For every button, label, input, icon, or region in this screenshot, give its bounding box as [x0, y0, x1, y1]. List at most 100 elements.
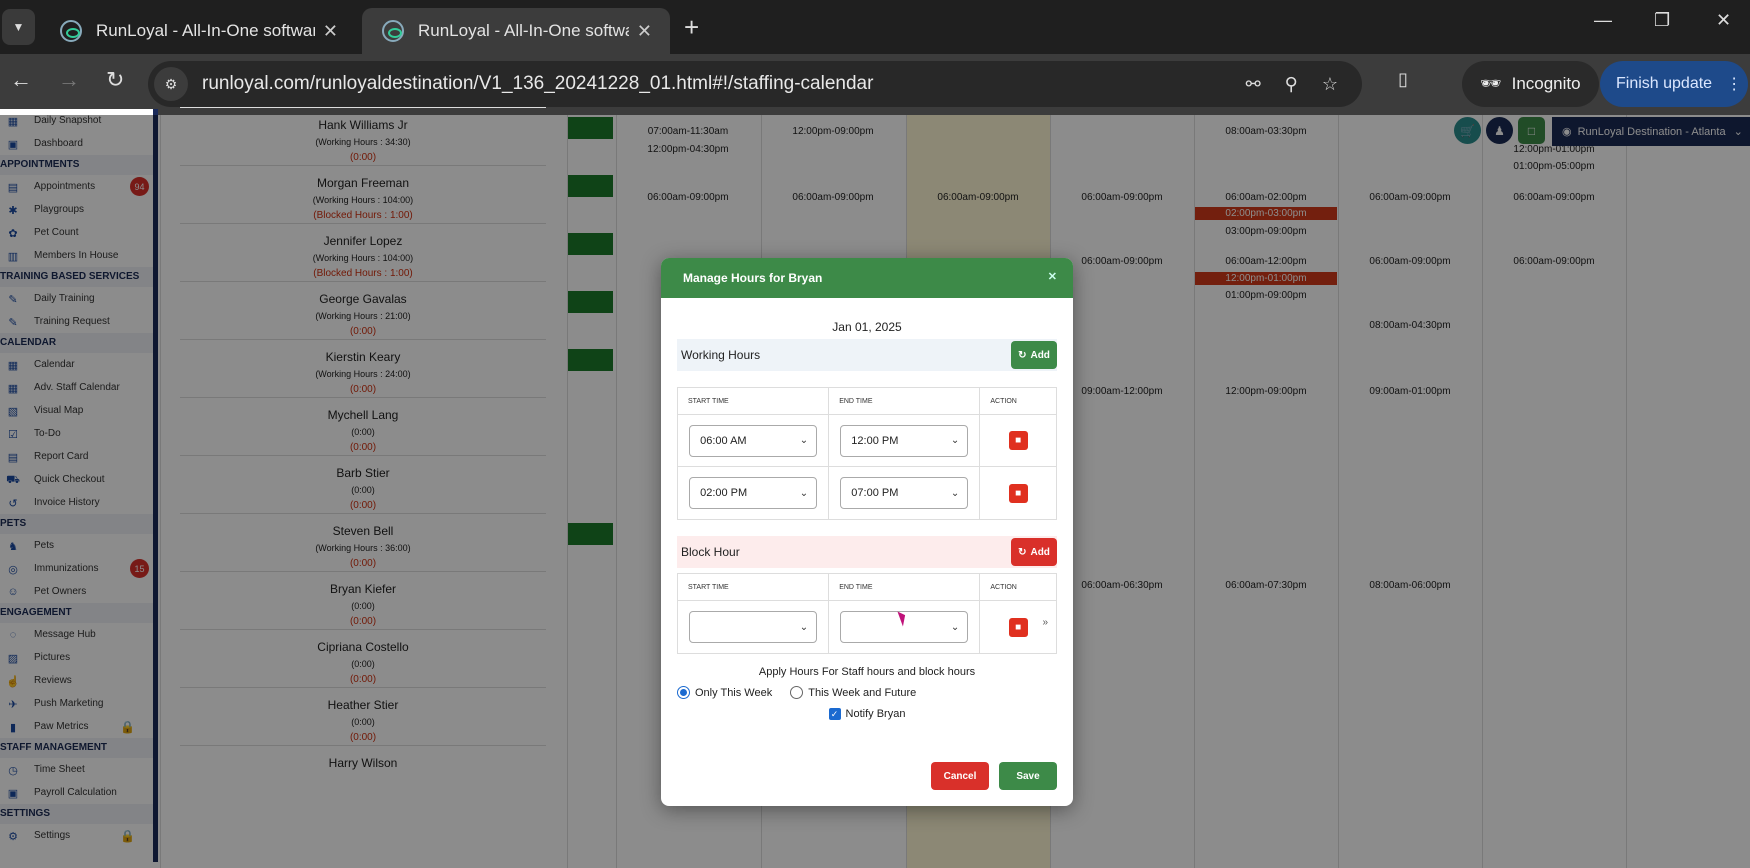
back-icon[interactable]: ←: [10, 67, 32, 93]
end-time-header: END TIME: [829, 574, 981, 600]
new-tab-icon[interactable]: +: [684, 12, 699, 43]
notify-label: Notify Bryan: [845, 708, 906, 720]
chevron-down-icon: ⌄: [950, 487, 960, 499]
delete-icon[interactable]: ■: [1008, 483, 1028, 503]
password-key-icon[interactable]: ⚯: [1246, 74, 1261, 95]
chevron-down-icon: ⌄: [950, 621, 960, 633]
manage-hours-modal: Manage Hours for Bryan ✕ Jan 01, 2025 Wo…: [661, 258, 1073, 806]
end-time-value: 12:00 PM: [851, 434, 899, 447]
site-info-icon[interactable]: ⚙: [154, 67, 188, 101]
modal-header: Manage Hours for Bryan ✕: [661, 258, 1073, 298]
only-this-week-option[interactable]: Only This Week: [677, 686, 772, 699]
runloyal-favicon-icon: [382, 20, 404, 42]
action-cell: ■: [980, 467, 1056, 519]
checkbox-checked[interactable]: ✓: [828, 708, 841, 720]
add-time-icon: ↻: [1018, 546, 1027, 558]
action-cell: ■»: [980, 601, 1056, 653]
notify-checkbox-row[interactable]: ✓ Notify Bryan: [661, 708, 1073, 720]
incognito-icon: 🕶: [1480, 74, 1502, 93]
chevron-down-icon: ▼: [12, 20, 25, 34]
table-header: START TIME END TIME ACTION: [678, 574, 1056, 601]
start-time-select[interactable]: 06:00 AM ⌄: [689, 424, 818, 457]
zoom-icon[interactable]: ⚲: [1285, 74, 1298, 95]
runloyal-favicon-icon: [60, 20, 82, 42]
start-time-value: 02:00 PM: [700, 487, 748, 499]
block-start-select[interactable]: ⌄: [689, 611, 818, 643]
this-week-future-label: This Week and Future: [808, 686, 917, 699]
cancel-button[interactable]: Cancel: [931, 762, 989, 790]
modal-title: Manage Hours for Bryan: [683, 271, 823, 285]
apply-options: Only This Week This Week and Future: [677, 686, 1073, 699]
chevron-down-icon: ⌄: [950, 435, 960, 446]
save-button[interactable]: Save: [999, 762, 1057, 790]
close-icon[interactable]: ✕: [1048, 270, 1057, 283]
close-window-icon[interactable]: ✕: [1716, 10, 1731, 31]
start-time-header: START TIME: [678, 388, 830, 414]
start-time-header: START TIME: [678, 574, 830, 600]
finish-update-label: Finish update: [1616, 75, 1713, 92]
working-hours-label: Working Hours: [681, 348, 761, 362]
radio-selected[interactable]: [677, 686, 690, 699]
reload-icon[interactable]: ↻: [106, 67, 124, 93]
tab-search-button[interactable]: ▼: [2, 9, 35, 45]
only-this-week-label: Only This Week: [695, 686, 773, 699]
tab-title: RunLoyal - All-In-One software: [418, 21, 629, 40]
more-menu-icon[interactable]: ⋮: [1726, 74, 1742, 94]
action-header: ACTION: [990, 583, 1017, 591]
end-cell: 07:00 PM ⌄: [829, 467, 981, 519]
incognito-indicator[interactable]: 🕶 Incognito: [1462, 61, 1599, 107]
block-hour-label: Block Hour: [681, 545, 740, 559]
block-hours-table: START TIME END TIME ACTION ⌄ ⌄ ■»: [677, 573, 1057, 654]
end-cell: ⌄: [829, 601, 981, 653]
close-tab-icon[interactable]: ✕: [323, 21, 338, 42]
restore-icon[interactable]: ❐: [1654, 10, 1670, 31]
address-bar[interactable]: ⚙ runloyal.com/runloyaldestination/V1_13…: [148, 61, 1362, 107]
start-time-select[interactable]: 02:00 PM ⌄: [689, 477, 818, 509]
add-label: Add: [1030, 349, 1050, 361]
finish-update-button[interactable]: Finish update ⋮: [1600, 61, 1748, 107]
tab-title: RunLoyal - All-In-One software: [96, 21, 315, 40]
start-time-value: 06:00 AM: [700, 434, 747, 447]
end-time-header: END TIME: [829, 388, 981, 414]
chevron-down-icon: ⌄: [799, 435, 809, 446]
radio-unselected[interactable]: [790, 686, 804, 699]
browser-toolbar: ← → ↻ ⚙ runloyal.com/runloyaldestination…: [0, 54, 1750, 115]
tab-bar: ▼ RunLoyal - All-In-One software ✕ RunLo…: [0, 0, 1750, 54]
browser-chrome: ▼ RunLoyal - All-In-One software ✕ RunLo…: [0, 0, 1750, 115]
delete-icon[interactable]: ■: [1008, 617, 1028, 637]
table-header: START TIME END TIME ACTION: [678, 388, 1056, 415]
apply-text: Apply Hours For Staff hours and block ho…: [758, 666, 976, 678]
incognito-label: Incognito: [1511, 74, 1581, 93]
modal-footer: Cancel Save: [931, 762, 1057, 790]
action-cell: ■: [980, 415, 1056, 466]
end-cell: 12:00 PM ⌄: [829, 415, 981, 466]
minimize-icon[interactable]: —: [1594, 10, 1612, 31]
end-time-select[interactable]: 12:00 PM ⌄: [840, 424, 969, 457]
add-block-hour-button[interactable]: ↻ Add: [1011, 538, 1057, 566]
block-hour-bar: Block Hour ↻ Add: [677, 536, 1057, 568]
add-time-icon: ↻: [1018, 349, 1027, 361]
delete-icon[interactable]: ■: [1008, 431, 1028, 450]
expand-icon[interactable]: »: [1042, 617, 1048, 628]
url-text[interactable]: runloyal.com/runloyaldestination/V1_136_…: [202, 73, 1246, 95]
extensions-icon[interactable]: ▯: [1398, 69, 1408, 90]
forward-icon[interactable]: →: [58, 67, 80, 93]
end-time-select[interactable]: 07:00 PM ⌄: [840, 477, 969, 509]
working-hours-table: START TIME END TIME ACTION 06:00 AM ⌄ 12:…: [677, 387, 1057, 520]
start-cell: ⌄: [678, 601, 830, 653]
tab-1[interactable]: RunLoyal - All-In-One software ✕: [40, 8, 356, 54]
add-working-hours-button[interactable]: ↻ Add: [1011, 341, 1057, 369]
tab-2-active[interactable]: RunLoyal - All-In-One software ✕: [362, 8, 670, 54]
action-header: ACTION: [990, 397, 1017, 405]
chevron-down-icon: ⌄: [799, 621, 809, 633]
chevron-down-icon: ⌄: [799, 487, 809, 499]
table-row: 06:00 AM ⌄ 12:00 PM ⌄ ■: [678, 415, 1056, 467]
bookmark-star-icon[interactable]: ☆: [1322, 74, 1338, 95]
this-week-and-future-option[interactable]: This Week and Future: [790, 686, 916, 699]
close-tab-icon[interactable]: ✕: [637, 21, 652, 42]
table-row: 02:00 PM ⌄ 07:00 PM ⌄ ■: [678, 467, 1056, 519]
end-time-value: 07:00 PM: [851, 487, 899, 499]
modal-date: Jan 01, 2025: [832, 320, 902, 334]
table-row: ⌄ ⌄ ■»: [678, 601, 1056, 653]
start-cell: 06:00 AM ⌄: [678, 415, 830, 466]
